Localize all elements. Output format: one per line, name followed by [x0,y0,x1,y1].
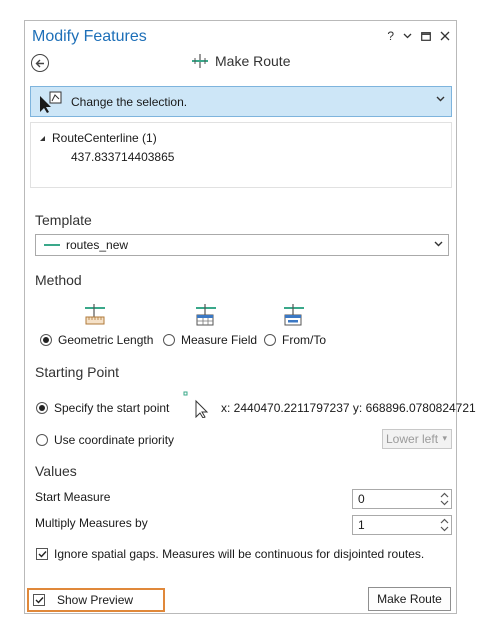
start-measure-input[interactable]: 0 [352,489,452,509]
selection-prompt: Change the selection. [71,94,188,109]
modify-features-pane: Modify Features ? Make Route Change the … [24,20,476,614]
radio-button[interactable] [36,434,48,446]
arrow-left-icon [35,59,44,67]
selection-tree: RouteCenterline (1) 437.833714403865 [30,122,452,188]
start-point-coordinates: x: 2440470.2211797237 y: 668896.07808247… [221,401,476,415]
point-cursor-icon[interactable] [182,390,212,418]
multiply-measures-value: 1 [358,518,365,532]
template-heading: Template [35,212,92,228]
make-route-icon [192,54,208,68]
tool-title: Make Route [215,53,291,69]
chevron-down-icon [434,241,443,247]
feature-value[interactable]: 437.833714403865 [71,150,174,164]
method-option-label: From/To [282,333,327,347]
measure-field-icon [196,304,216,326]
method-option-label: Geometric Length [58,333,154,347]
select-cursor-icon [40,91,62,113]
method-option-label: Measure Field [181,333,258,347]
radio-button[interactable] [163,334,175,346]
spin-arrows[interactable] [440,491,449,507]
selection-dropdown[interactable]: Change the selection. [30,86,452,117]
ignore-gaps-label: Ignore spatial gaps. Measures will be co… [54,547,425,561]
help-button[interactable]: ? [387,29,394,43]
radio-button[interactable] [40,334,52,346]
multiply-measures-label: Multiply Measures by [35,516,148,530]
maximize-icon[interactable] [421,31,431,41]
radio-button[interactable] [36,402,48,414]
method-option-geometric-length[interactable]: Geometric Length [40,333,153,347]
window-controls: ? [387,29,450,43]
coordinate-priority-value: Lower left [386,432,439,446]
show-preview-label: Show Preview [57,593,134,607]
make-route-button[interactable]: Make Route [368,587,451,611]
layer-name: RouteCenterline (1) [52,131,157,145]
spin-arrows[interactable] [440,517,449,533]
tree-node-layer[interactable]: RouteCenterline (1) [39,131,157,145]
use-coordinate-priority-option[interactable]: Use coordinate priority [36,433,174,447]
close-icon[interactable] [440,31,450,41]
method-option-measure-field[interactable]: Measure Field [163,333,257,347]
back-button[interactable] [31,54,49,72]
method-heading: Method [35,272,82,288]
chevron-down-icon[interactable] [440,499,449,507]
radio-button[interactable] [264,334,276,346]
ignore-gaps-checkbox[interactable] [36,548,48,560]
start-measure-label: Start Measure [35,490,111,504]
specify-start-point-label: Specify the start point [54,401,170,415]
chevron-down-icon[interactable] [403,33,412,39]
pane-title: Modify Features [32,28,147,45]
coordinate-priority-label: Use coordinate priority [54,433,175,447]
coordinate-priority-select[interactable]: Lower left ▾ [382,429,452,449]
show-preview-option[interactable]: Show Preview [27,588,165,612]
ignore-gaps-option[interactable]: Ignore spatial gaps. Measures will be co… [36,547,424,561]
checkmark-icon [35,597,44,604]
values-heading: Values [35,463,77,479]
template-dropdown[interactable]: routes_new [35,234,449,256]
chevron-down-icon [436,96,445,102]
checkmark-icon [38,551,47,558]
template-swatch [44,244,60,246]
from-to-icon [284,304,304,326]
tool-header: Make Route [191,53,290,69]
method-option-from-to[interactable]: From/To [264,333,326,347]
geometric-length-icon [85,304,105,325]
multiply-measures-input[interactable]: 1 [352,515,452,535]
chevron-up-icon[interactable] [440,491,449,499]
caret-down-icon: ▾ [442,433,447,443]
chevron-up-icon[interactable] [440,517,449,525]
chevron-down-icon[interactable] [440,525,449,533]
starting-point-heading: Starting Point [35,364,120,380]
template-value: routes_new [66,238,129,252]
start-measure-value: 0 [358,492,365,506]
expand-triangle-icon[interactable] [39,135,46,142]
show-preview-checkbox[interactable] [33,594,45,606]
specify-start-point-option[interactable]: Specify the start point [36,401,169,415]
